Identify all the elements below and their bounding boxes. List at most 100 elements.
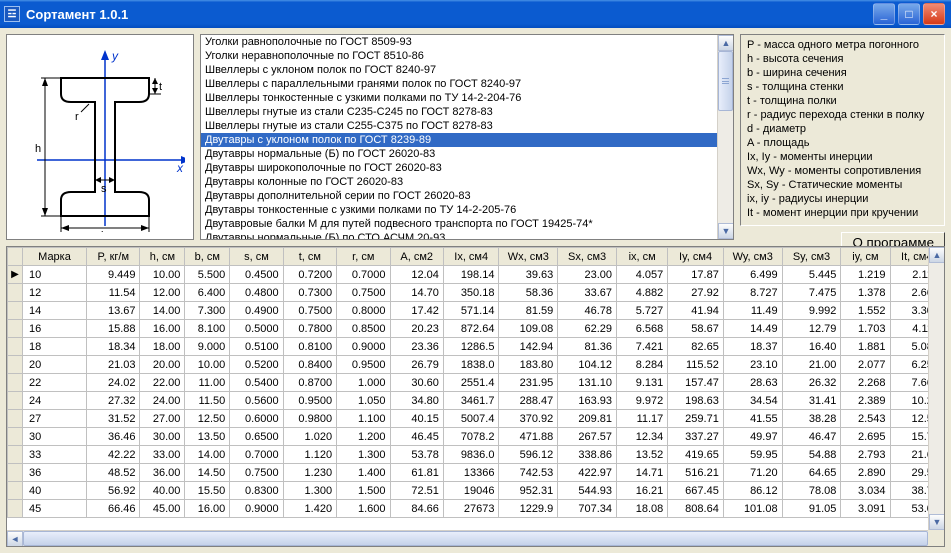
column-header[interactable]: h, см xyxy=(140,248,185,266)
table-cell: 14 xyxy=(22,302,86,320)
table-row[interactable]: 3648.5236.0014.500.75001.2301.40061.8113… xyxy=(8,464,944,482)
grid-horizontal-scrollbar[interactable]: ◄ ► xyxy=(7,530,944,546)
table-cell: 12.00 xyxy=(140,284,185,302)
table-cell: 0.7000 xyxy=(230,446,283,464)
scroll-thumb[interactable] xyxy=(718,51,733,111)
table-cell: 17.42 xyxy=(390,302,443,320)
column-header[interactable]: b, см xyxy=(185,248,230,266)
column-header[interactable]: iy, см xyxy=(841,248,890,266)
column-header[interactable]: t, см xyxy=(283,248,336,266)
table-cell: 7078.2 xyxy=(443,428,499,446)
table-cell: 101.08 xyxy=(723,500,782,518)
grid-horizontal-thumb[interactable] xyxy=(23,531,928,546)
table-cell: 1.378 xyxy=(841,284,890,302)
table-cell: 3461.7 xyxy=(443,392,499,410)
table-cell: 64.65 xyxy=(782,464,841,482)
table-cell: 350.18 xyxy=(443,284,499,302)
list-item[interactable]: Швеллеры тонкостенные с узкими полками п… xyxy=(201,91,733,105)
profile-list[interactable]: Уголки равнополочные по ГОСТ 8509-93Угол… xyxy=(200,34,734,240)
maximize-button[interactable]: □ xyxy=(898,3,920,25)
table-row[interactable]: 1211.5412.006.4000.48000.73000.750014.70… xyxy=(8,284,944,302)
table-cell: 0.6000 xyxy=(230,410,283,428)
list-item[interactable]: Швеллеры с уклоном полок по ГОСТ 8240-97 xyxy=(201,63,733,77)
grid-scroll-up[interactable]: ▲ xyxy=(929,247,945,263)
list-item[interactable]: Швеллеры гнутые из стали С255-С375 по ГО… xyxy=(201,119,733,133)
table-cell: 1.500 xyxy=(337,482,390,500)
row-indicator xyxy=(8,338,23,356)
scroll-down-button[interactable]: ▼ xyxy=(718,223,734,239)
data-grid[interactable]: МаркаP, кг/мh, смb, смs, смt, смr, смA, … xyxy=(6,246,945,547)
column-header[interactable]: s, см xyxy=(230,248,283,266)
legend-line: h - высота сечения xyxy=(747,53,938,66)
table-cell: 5007.4 xyxy=(443,410,499,428)
column-header[interactable]: r, см xyxy=(337,248,390,266)
table-row[interactable]: 1615.8816.008.1000.50000.78000.850020.23… xyxy=(8,320,944,338)
list-item[interactable]: Швеллеры гнутые из стали С235-С245 по ГО… xyxy=(201,105,733,119)
table-cell: 48.52 xyxy=(87,464,140,482)
column-header[interactable]: Марка xyxy=(22,248,86,266)
column-header[interactable]: Ix, см4 xyxy=(443,248,499,266)
table-row[interactable]: 1818.3418.009.0000.51000.81000.900023.36… xyxy=(8,338,944,356)
table-cell: 27.92 xyxy=(668,284,724,302)
table-row[interactable]: 2224.0222.0011.000.54000.87001.00030.602… xyxy=(8,374,944,392)
svg-text:x: x xyxy=(176,161,184,175)
list-item[interactable]: Двутавры нормальные (Б) по СТО АСЧМ 20-9… xyxy=(201,231,733,239)
grid-scroll-left[interactable]: ◄ xyxy=(7,531,23,547)
table-cell: 28.63 xyxy=(723,374,782,392)
list-item[interactable]: Двутавры колонные по ГОСТ 26020-83 xyxy=(201,175,733,189)
table-row[interactable]: 2731.5227.0012.500.60000.98001.10040.155… xyxy=(8,410,944,428)
minimize-button[interactable]: _ xyxy=(873,3,895,25)
list-item[interactable]: Двутавры с уклоном полок по ГОСТ 8239-89 xyxy=(201,133,733,147)
table-cell: 13.50 xyxy=(185,428,230,446)
table-row[interactable]: 4056.9240.0015.500.83001.3001.50072.5119… xyxy=(8,482,944,500)
column-header[interactable]: Wx, см3 xyxy=(499,248,558,266)
table-row[interactable]: ▶109.44910.005.5000.45000.72000.700012.0… xyxy=(8,266,944,284)
column-header[interactable]: Sx, см3 xyxy=(558,248,617,266)
list-item[interactable]: Двутавровые балки М для путей подвесного… xyxy=(201,217,733,231)
row-indicator xyxy=(8,428,23,446)
table-cell: 1.600 xyxy=(337,500,390,518)
table-row[interactable]: 2021.0320.0010.000.52000.84000.950026.79… xyxy=(8,356,944,374)
list-item[interactable]: Двутавры дополнительной серии по ГОСТ 26… xyxy=(201,189,733,203)
table-cell: 1286.5 xyxy=(443,338,499,356)
list-item[interactable]: Швеллеры с параллельными гранями полок п… xyxy=(201,77,733,91)
table-cell: 26.79 xyxy=(390,356,443,374)
scroll-up-button[interactable]: ▲ xyxy=(718,35,734,51)
grid-vertical-scrollbar[interactable]: ▲ ▼ xyxy=(928,247,944,530)
grid-scroll-down[interactable]: ▼ xyxy=(929,514,945,530)
table-row[interactable]: 3342.2233.0014.000.70001.1201.30053.7898… xyxy=(8,446,944,464)
table-row[interactable]: 4566.4645.0016.000.90001.4201.60084.6627… xyxy=(8,500,944,518)
table-cell: 14.50 xyxy=(185,464,230,482)
table-row[interactable]: 2427.3224.0011.500.56000.95001.05034.803… xyxy=(8,392,944,410)
list-item[interactable]: Двутавры тонкостенные с узкими полками п… xyxy=(201,203,733,217)
list-item[interactable]: Двутавры широкополочные по ГОСТ 26020-83 xyxy=(201,161,733,175)
table-cell: 109.08 xyxy=(499,320,558,338)
close-button[interactable]: × xyxy=(923,3,945,25)
table-cell: 23.00 xyxy=(558,266,617,284)
legend-panel: P - масса одного метра погонногоh - высо… xyxy=(740,34,945,226)
list-scrollbar[interactable]: ▲ ▼ xyxy=(717,35,733,239)
table-cell: 1.420 xyxy=(283,500,336,518)
list-item[interactable]: Уголки неравнополочные по ГОСТ 8510-86 xyxy=(201,49,733,63)
column-header[interactable]: ix, см xyxy=(617,248,668,266)
table-cell: 31.52 xyxy=(87,410,140,428)
legend-line: It - момент инерции при кручении xyxy=(747,207,938,220)
table-row[interactable]: 3036.4630.0013.500.65001.0201.20046.4570… xyxy=(8,428,944,446)
column-header[interactable]: Wy, см3 xyxy=(723,248,782,266)
column-header[interactable]: A, см2 xyxy=(390,248,443,266)
table-cell: 2.389 xyxy=(841,392,890,410)
list-item[interactable]: Двутавры нормальные (Б) по ГОСТ 26020-83 xyxy=(201,147,733,161)
table-cell: 40.00 xyxy=(140,482,185,500)
table-cell: 707.34 xyxy=(558,500,617,518)
column-header[interactable]: Iy, см4 xyxy=(668,248,724,266)
list-item[interactable]: Уголки равнополочные по ГОСТ 8509-93 xyxy=(201,35,733,49)
table-cell: 84.66 xyxy=(390,500,443,518)
table-cell: 12.79 xyxy=(782,320,841,338)
column-header[interactable]: P, кг/м xyxy=(87,248,140,266)
table-row[interactable]: 1413.6714.007.3000.49000.75000.800017.42… xyxy=(8,302,944,320)
table-cell: 30 xyxy=(22,428,86,446)
column-header[interactable]: Sy, см3 xyxy=(782,248,841,266)
table-cell: 10 xyxy=(22,266,86,284)
table-cell: 872.64 xyxy=(443,320,499,338)
table-cell: 40 xyxy=(22,482,86,500)
